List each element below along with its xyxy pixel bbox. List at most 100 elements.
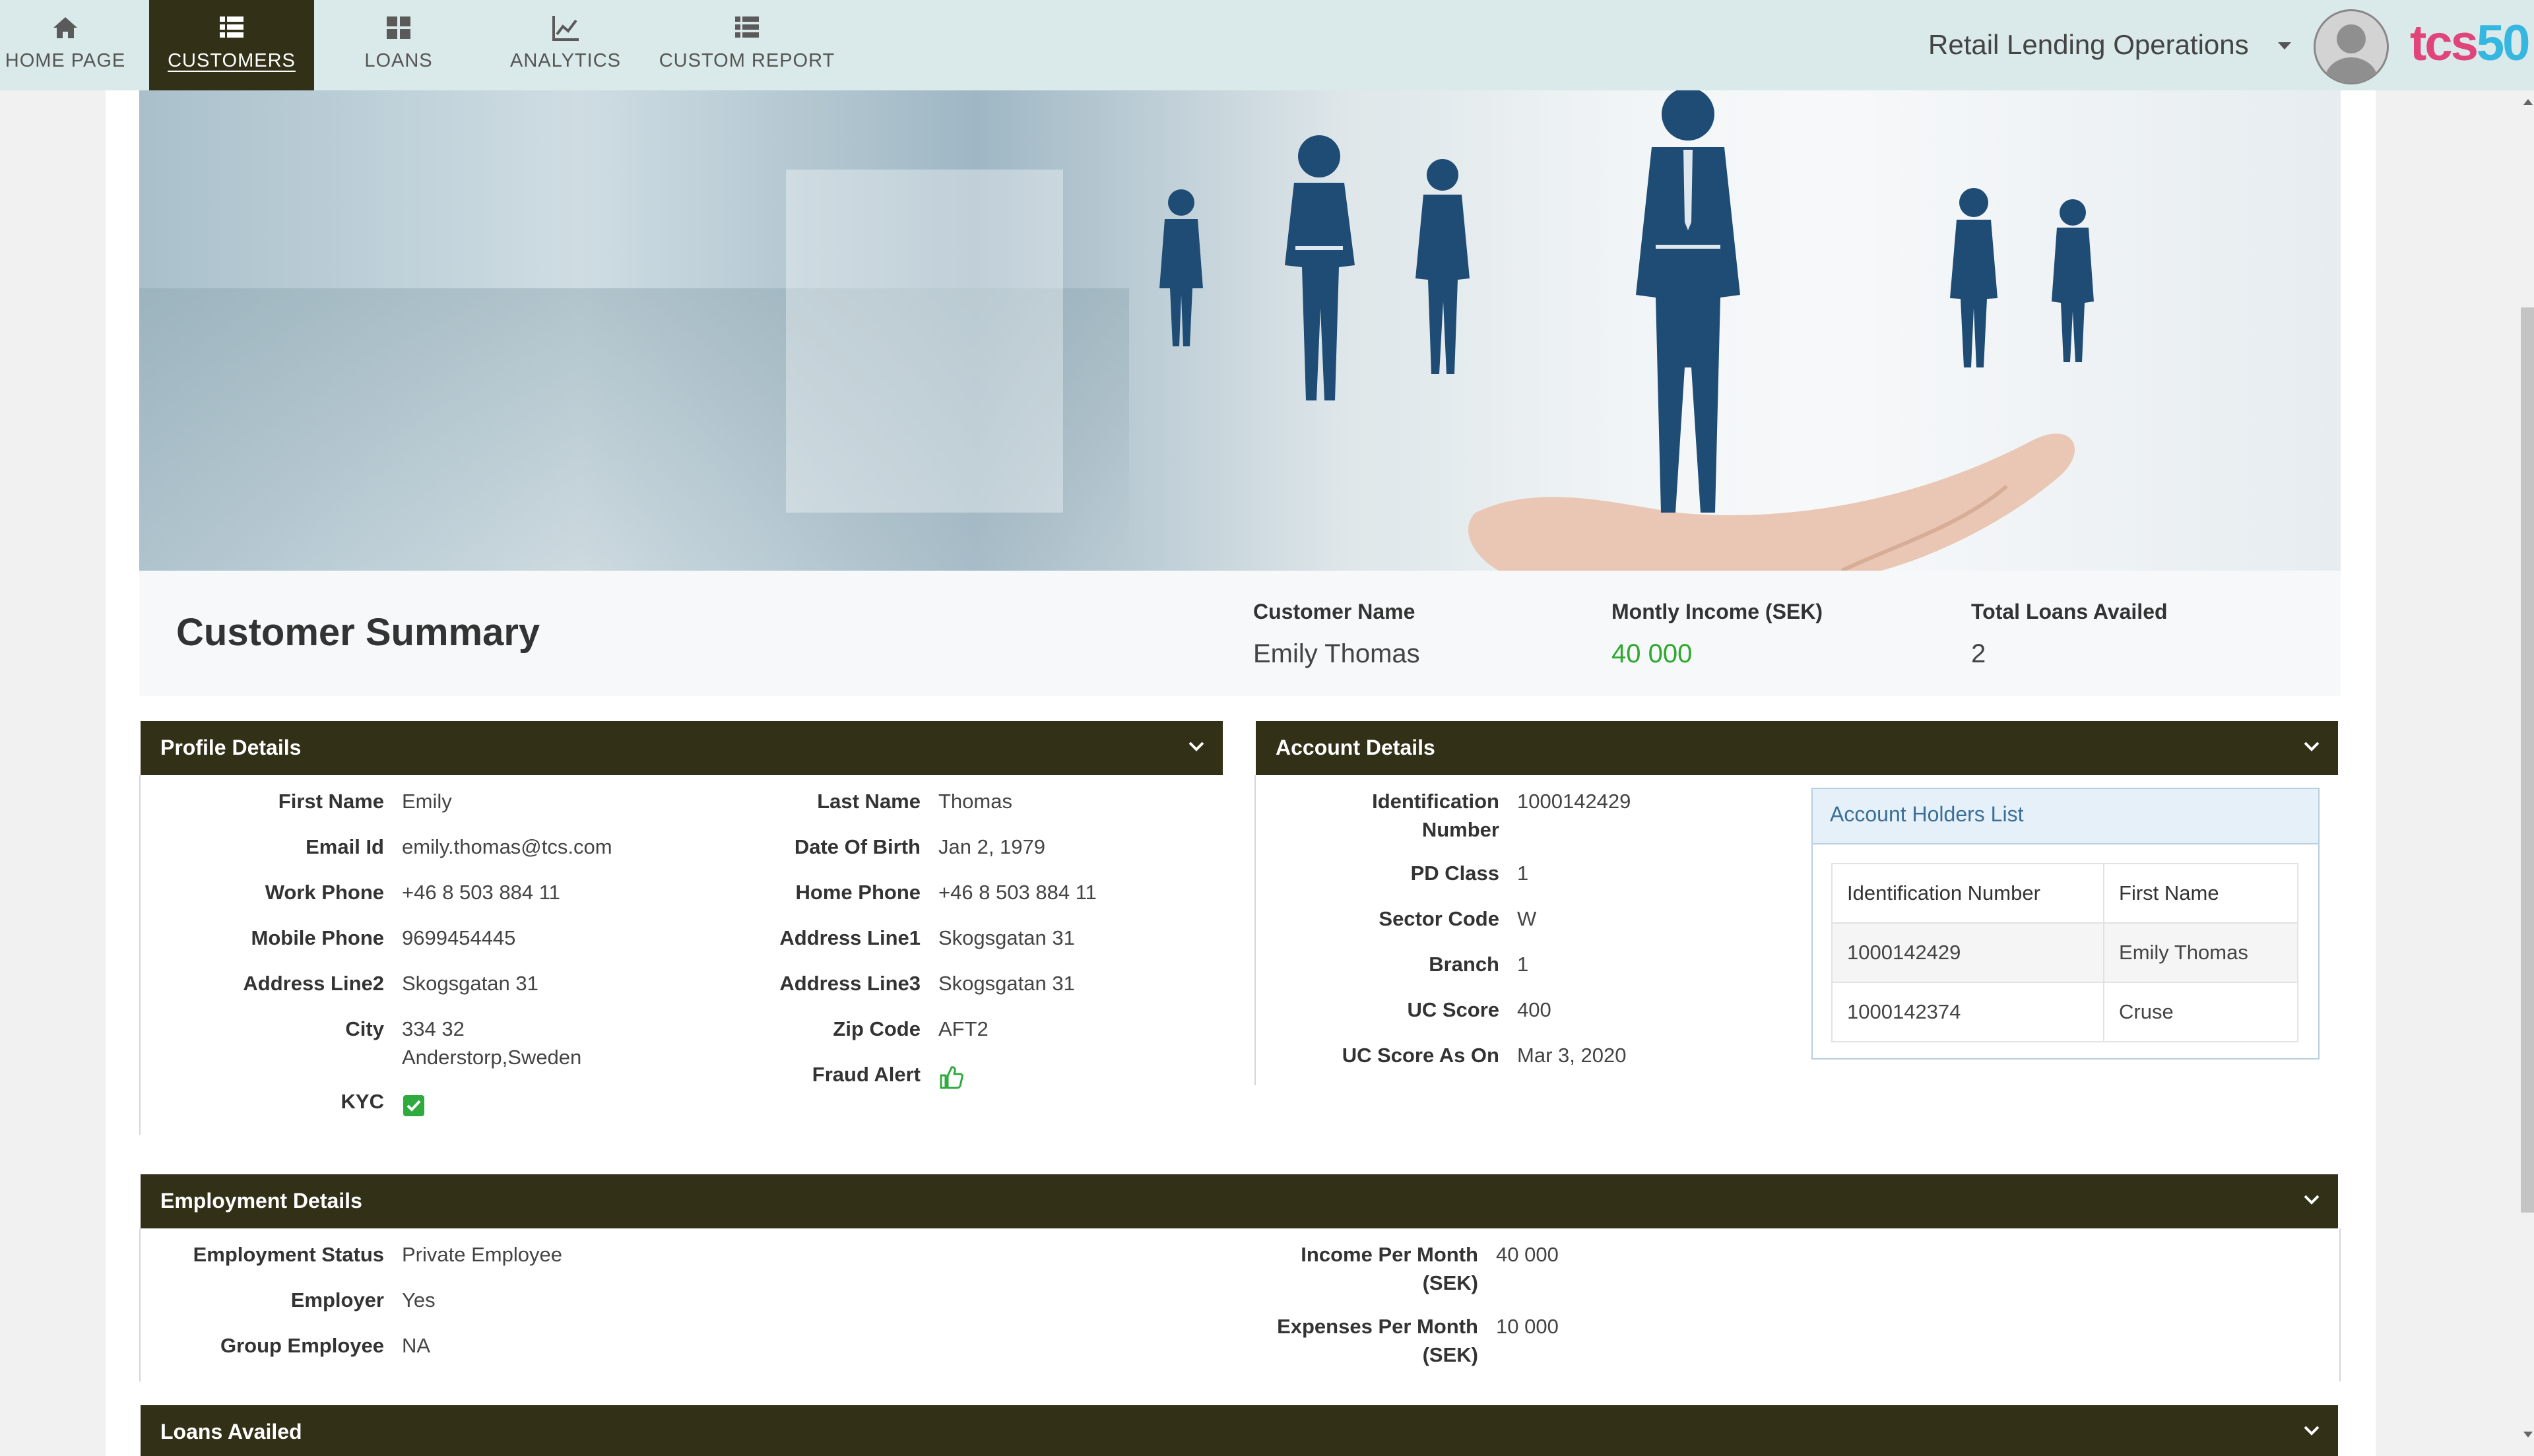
group-employee-value: NA [402, 1334, 431, 1357]
email-label: Email Id [306, 835, 384, 858]
account-details-header[interactable]: Account Details [1256, 721, 2338, 775]
scroll-up-arrow[interactable] [2523, 99, 2533, 105]
kyc-label: KYC [341, 1090, 384, 1113]
panel-title: Profile Details [160, 736, 302, 759]
user-silhouette-icon [2325, 24, 2378, 82]
employment-status-value: Private Employee [402, 1243, 562, 1266]
nav-analytics-label: ANALYTICS [509, 50, 621, 71]
chevron-down-icon[interactable] [2302, 1190, 2321, 1209]
uc-score-value: 400 [1517, 998, 1551, 1021]
income-per-month-label-1: Income Per Month [1301, 1243, 1478, 1266]
logo-text: tcs [2410, 15, 2479, 71]
identification-number-label-2: Number [1421, 818, 1499, 841]
table-row[interactable]: 1000142374 Cruse [1831, 982, 2298, 1042]
zip-code-label: Zip Code [833, 1017, 921, 1040]
address-line3-value: Skogsgatan 31 [938, 972, 1075, 995]
nav-loans-label: LOANS [364, 50, 433, 71]
chevron-down-icon[interactable] [2302, 1421, 2321, 1440]
list-icon [735, 16, 759, 38]
employment-details-header[interactable]: Employment Details [141, 1174, 2338, 1228]
nav-analytics[interactable]: ANALYTICS [495, 0, 636, 90]
customers-banner-image [139, 90, 2341, 571]
nav-home-label: HOME PAGE [5, 50, 126, 71]
sector-code-value: W [1517, 907, 1537, 930]
employment-status-label: Employment Status [193, 1243, 384, 1266]
monthly-income-label: Montly Income (SEK) [1611, 600, 1823, 623]
table-header-row: Identification Number First Name [1831, 863, 2298, 924]
uc-score-as-on-value: Mar 3, 2020 [1517, 1044, 1627, 1067]
city-value-line2: Anderstorp,Sweden [402, 1046, 582, 1069]
nav-custom-report[interactable]: CUSTOM REPORT [659, 0, 835, 90]
logo-number: 50 [2476, 15, 2531, 71]
employer-value: Yes [402, 1288, 436, 1312]
first-name-value: Emily [402, 790, 452, 813]
first-name-label: First Name [278, 790, 384, 813]
zip-code-value: AFT2 [938, 1017, 989, 1040]
column-header-identification-number: Identification Number [1831, 863, 2105, 924]
address-line2-value: Skogsgatan 31 [402, 972, 538, 995]
page-title: Customer Summary [176, 611, 540, 654]
grid-icon [387, 16, 410, 39]
last-name-label: Last Name [817, 790, 921, 813]
user-avatar[interactable] [2314, 9, 2389, 84]
mobile-phone-value: 9699454445 [402, 926, 516, 949]
table-cell: 1000142374 [1831, 982, 2105, 1042]
monthly-income-value: 40 000 [1611, 639, 1693, 668]
account-holders-table: Identification Number First Name 1000142… [1831, 863, 2298, 1042]
check-icon [406, 1100, 421, 1112]
branch-value: 1 [1517, 953, 1529, 976]
table-cell: Cruse [2103, 982, 2298, 1042]
fraud-alert-label: Fraud Alert [812, 1063, 921, 1086]
panel-title: Loans Availed [160, 1420, 302, 1443]
loans-availed-header[interactable]: Loans Availed [141, 1405, 2338, 1456]
scroll-down-arrow[interactable] [2523, 1432, 2533, 1438]
identification-number-value: 1000142429 [1517, 790, 1631, 813]
expenses-per-month-label-2: (SEK) [1422, 1343, 1478, 1366]
email-value: emily.thomas@tcs.com [402, 835, 612, 858]
list-icon [220, 16, 244, 38]
account-holders-header: Account Holders List [1813, 789, 2318, 844]
table-row[interactable]: 1000142429 Emily Thomas [1831, 922, 2298, 983]
customer-name-value: Emily Thomas [1253, 639, 1420, 668]
top-navigation-bar: HOME PAGE CUSTOMERS LOANS ANALYTICS CUST… [0, 0, 2534, 90]
customer-name-label: Customer Name [1253, 600, 1415, 623]
dob-value: Jan 2, 1979 [938, 835, 1046, 858]
expenses-per-month-label-1: Expenses Per Month [1277, 1315, 1478, 1338]
account-holders-title: Account Holders List [1830, 802, 2024, 826]
panel-title: Employment Details [160, 1189, 362, 1213]
line-chart-icon [552, 16, 579, 41]
panel-title: Account Details [1276, 736, 1435, 759]
address-line3-label: Address Line3 [779, 972, 921, 995]
home-icon [53, 17, 77, 38]
work-phone-value: +46 8 503 884 11 [402, 881, 560, 904]
sector-code-label: Sector Code [1379, 907, 1499, 930]
nav-loans[interactable]: LOANS [330, 0, 467, 90]
uc-score-label: UC Score [1407, 998, 1499, 1021]
vertical-scrollbar[interactable] [2521, 307, 2534, 1213]
workspace-selector[interactable]: Retail Lending Operations [1928, 29, 2249, 61]
business-people-illustration [1159, 90, 2094, 571]
chevron-down-icon[interactable] [2302, 737, 2321, 755]
work-phone-label: Work Phone [265, 881, 384, 904]
table-cell: 1000142429 [1831, 922, 2105, 983]
profile-details-header[interactable]: Profile Details [141, 721, 1223, 775]
mobile-phone-label: Mobile Phone [251, 926, 385, 949]
home-phone-value: +46 8 503 884 11 [938, 881, 1097, 904]
last-name-value: Thomas [938, 790, 1012, 813]
kyc-checkbox[interactable] [403, 1095, 424, 1116]
nav-custom-report-label: CUSTOM REPORT [659, 50, 835, 71]
uc-score-as-on-label: UC Score As On [1342, 1044, 1499, 1067]
total-loans-label: Total Loans Availed [1971, 600, 2168, 623]
income-per-month-label-2: (SEK) [1422, 1271, 1478, 1294]
branch-label: Branch [1429, 953, 1499, 976]
nav-customers-label: CUSTOMERS [168, 50, 296, 71]
caret-down-icon[interactable] [2278, 42, 2291, 49]
nav-customers[interactable]: CUSTOMERS [149, 0, 314, 90]
city-label: City [345, 1017, 384, 1040]
chevron-down-icon[interactable] [1187, 737, 1206, 755]
total-loans-value: 2 [1971, 639, 1986, 668]
address-line1-value: Skogsgatan 31 [938, 926, 1075, 949]
thumbs-up-icon [940, 1066, 963, 1089]
nav-home[interactable]: HOME PAGE [0, 0, 131, 90]
expenses-per-month-value: 10 000 [1496, 1315, 1559, 1338]
